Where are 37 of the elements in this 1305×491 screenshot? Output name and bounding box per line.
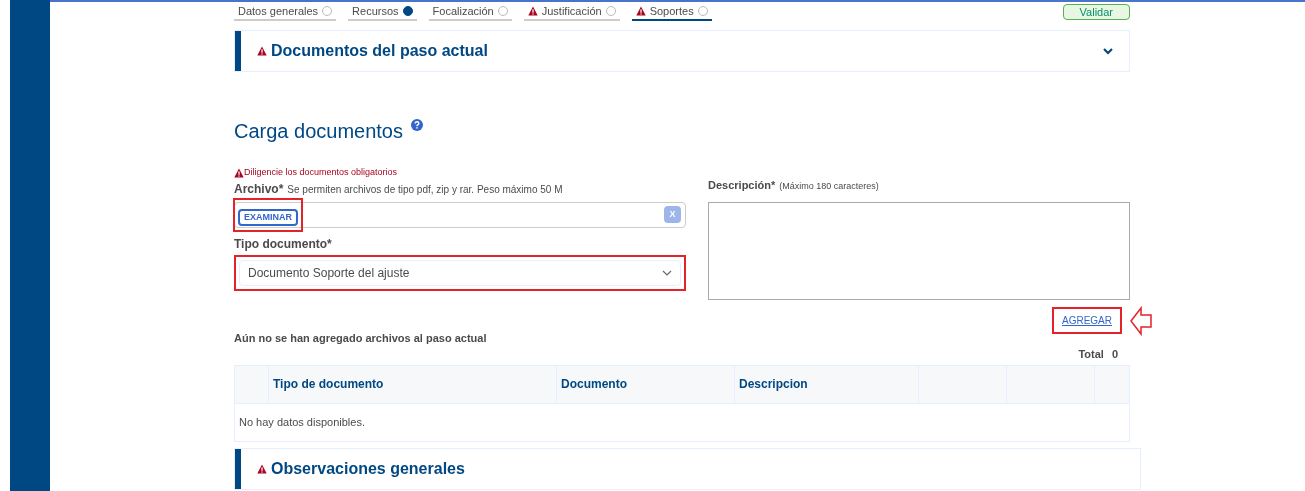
caret-icon	[662, 269, 672, 276]
column-header: Documento	[557, 365, 735, 403]
column-header: Descripcion	[735, 365, 919, 403]
accent-bar	[235, 31, 241, 71]
chevron-icon[interactable]	[1103, 47, 1113, 55]
warning-icon	[234, 167, 244, 178]
warning-icon	[527, 6, 538, 16]
validate-button[interactable]: Validar	[1062, 4, 1130, 20]
arrow-icon	[1130, 305, 1152, 336]
field-label: Tipo documento*	[234, 235, 333, 253]
help-icon[interactable]	[411, 119, 423, 131]
section-title: Documentos del paso actual	[271, 41, 488, 61]
empty-message: Aún no se han agregado archivos al paso actual	[234, 330, 487, 346]
browse-button[interactable]: EXAMINAR	[238, 208, 298, 226]
field-hint: (Máximo 180 caracteres)	[779, 180, 879, 193]
step-tab[interactable]: Datos generales	[234, 2, 337, 22]
document-type-select[interactable]: Documento Soporte del ajuste	[239, 259, 681, 286]
field-hint: Se permiten archivos de tipo pdf, zip y rar. Peso máximo 50 M	[287, 182, 563, 197]
field-label: Descripción*	[708, 178, 776, 193]
step-tab[interactable]: Recursos	[348, 2, 417, 22]
empty-table-message: No hay datos disponibles.	[239, 414, 365, 430]
step-tab[interactable]: Justificación	[523, 2, 620, 22]
section-panel[interactable]: Documentos del paso actual	[234, 30, 1130, 72]
alert-text: Diligencie los documentos obligatorios	[244, 166, 398, 179]
section-panel[interactable]: Observaciones generales	[234, 447, 1141, 490]
field-label: Archivo*	[234, 180, 284, 198]
column-header: Tipo de documento	[269, 365, 557, 403]
section-heading: Carga documentos	[234, 119, 403, 144]
accent-bar	[235, 448, 241, 489]
step-tab[interactable]: Focalización	[428, 2, 512, 22]
section-title: Observaciones generales	[271, 458, 465, 479]
step-tab[interactable]: Soportes	[631, 2, 712, 22]
total-value: 0	[1111, 347, 1118, 362]
description-field[interactable]	[708, 201, 1130, 300]
add-link[interactable]: AGREGAR	[1062, 313, 1112, 328]
total-label: Total	[1078, 347, 1104, 362]
warning-icon	[635, 6, 646, 16]
